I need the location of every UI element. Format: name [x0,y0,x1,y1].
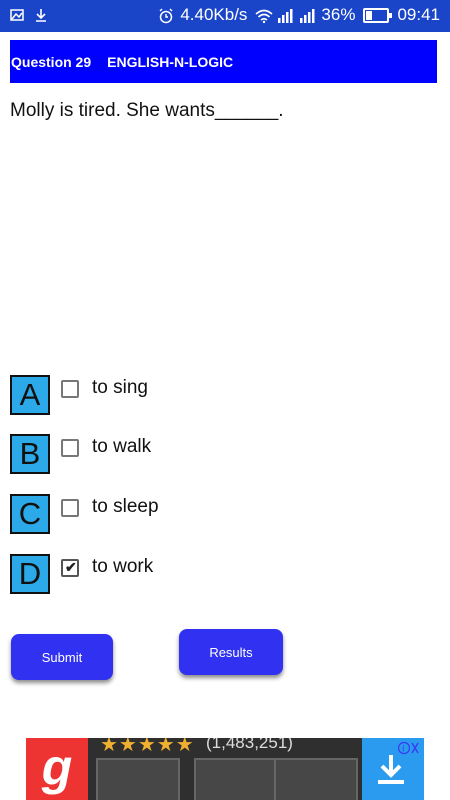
battery-icon [363,7,393,23]
svg-text:i: i [402,744,404,754]
battery-tip [389,12,393,18]
battery-percent: 36% [321,5,356,24]
option-a[interactable]: A to sing [10,375,430,415]
download-notification-icon [34,8,48,22]
option-letter-c: C [10,494,50,534]
option-d-label[interactable]: to work [92,556,153,578]
checkmark-icon: ✔ [65,559,77,575]
option-c[interactable]: C to sleep [10,494,430,534]
ad-banner[interactable]: g ★★★★★ (1,483,251) i [26,738,424,800]
ad-screenshot-2 [194,758,278,800]
status-left-icons [10,8,48,22]
wifi-icon [255,8,273,24]
ad-info-icon[interactable]: i [397,741,420,758]
ad-rating-count: (1,483,251) [206,738,293,752]
option-d[interactable]: D ✔ to work [10,554,430,594]
option-c-label[interactable]: to sleep [92,496,159,518]
signal-strength-icon-2 [299,8,315,23]
option-d-checkbox[interactable]: ✔ [61,559,79,577]
option-b[interactable]: B to walk [10,434,430,474]
option-b-label[interactable]: to walk [92,436,151,458]
option-letter-b: B [10,434,50,474]
battery-fill [366,10,373,20]
question-number: Question 29 [11,53,92,70]
submit-button[interactable]: Submit [11,634,113,680]
option-a-checkbox[interactable] [61,380,79,398]
signal-strength-icon-1 [277,8,293,23]
clock: 09:41 [397,5,440,24]
option-letter-d: D [10,554,50,594]
status-bar: 4.40Kb/s 36% 09:41 [0,0,450,32]
ad-screenshot-3 [274,758,358,800]
image-notification-icon [10,8,24,22]
option-a-label[interactable]: to sing [92,377,148,399]
quiz-header: Question 29 ENGLISH-N-LOGIC [10,40,437,83]
ad-app-logo[interactable]: g [26,738,88,800]
ad-rating-stars: ★★★★★ [100,738,195,756]
ad-screenshot-1 [96,758,180,800]
option-b-checkbox[interactable] [61,439,79,457]
download-icon [373,752,409,796]
app-name: ENGLISH-N-LOGIC [107,53,234,70]
results-button[interactable]: Results [179,629,283,675]
alarm-icon [158,8,173,24]
network-speed: 4.40Kb/s [180,5,248,24]
option-letter-a: A [10,375,50,415]
question-text: Molly is tired. She wants______. [10,100,284,121]
option-c-checkbox[interactable] [61,499,79,517]
status-right-icons: 4.40Kb/s 36% 09:41 [158,5,440,25]
